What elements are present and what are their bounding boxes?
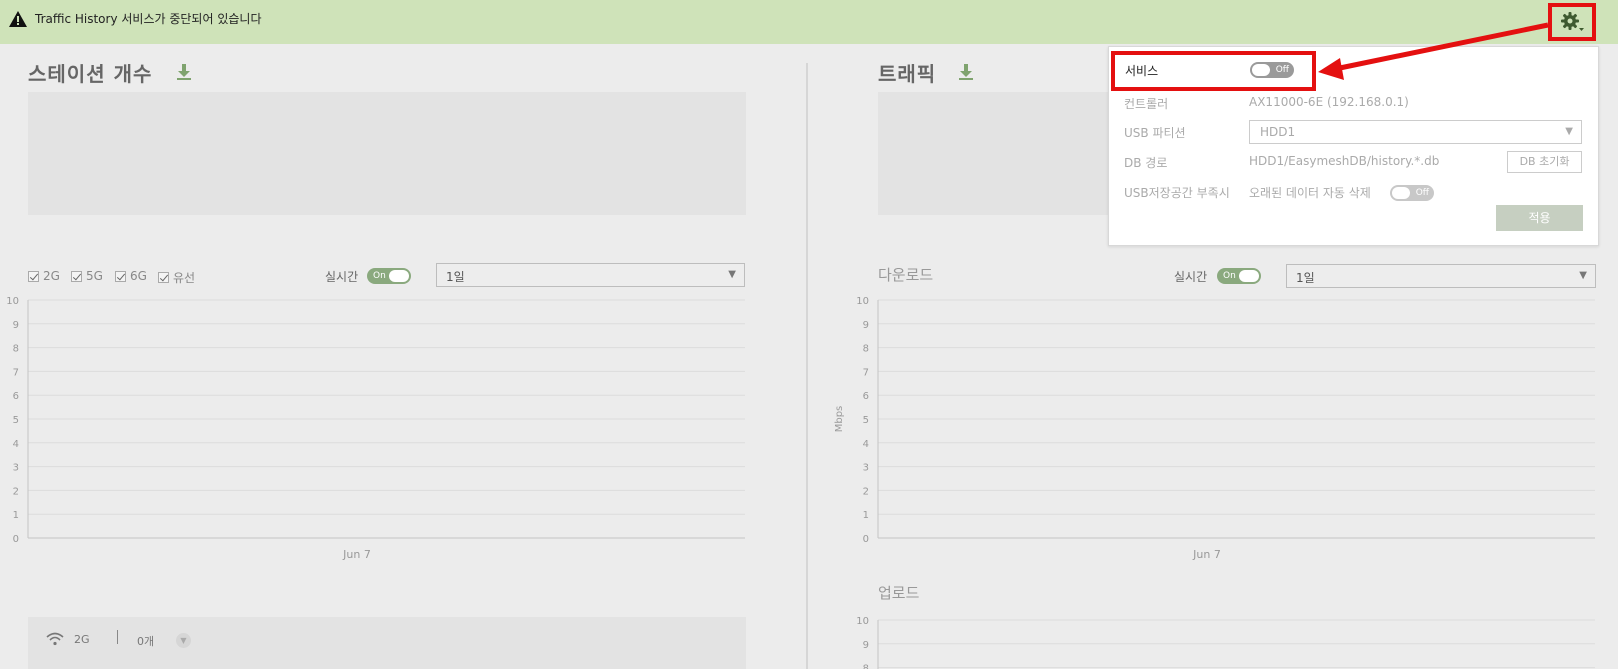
y-tick-label: 8 (13, 344, 19, 355)
realtime-toggle[interactable]: On (367, 268, 411, 284)
station-summary-placeholder (28, 92, 746, 215)
download-icon[interactable] (957, 63, 975, 81)
filter-5g[interactable]: 5G (71, 269, 103, 283)
realtime-label: 실시간 (325, 270, 359, 284)
filter-wired-label: 유선 (173, 271, 196, 285)
download-chart: 0 1 2 3 4 5 6 7 8 9 10 Jun 7 Mbps (834, 296, 1595, 561)
usb-partition-value: HDD1 (1260, 125, 1296, 139)
wifi-band: 2G (74, 633, 90, 646)
y-tick-label: 3 (13, 463, 19, 474)
checkbox-2g[interactable] (28, 270, 39, 282)
realtime-toggle-text: On (373, 271, 386, 281)
wifi-icon (46, 632, 64, 646)
service-label: 서비스 (1125, 64, 1159, 78)
download-icon[interactable] (175, 63, 193, 81)
y-tick-label: 5 (13, 415, 19, 426)
service-toggle[interactable]: Off (1250, 62, 1294, 78)
x-tick-label: Jun 7 (1192, 548, 1221, 561)
realtime-label: 실시간 (1174, 270, 1208, 284)
apply-button[interactable]: 적용 (1496, 205, 1583, 231)
separator (117, 630, 118, 644)
range-select[interactable]: 1일 ▼ (436, 263, 745, 287)
y-tick-label: 9 (863, 640, 869, 651)
y-tick-label: 2 (13, 486, 19, 497)
y-tick-label: 1 (863, 510, 869, 521)
y-tick-label: 6 (13, 391, 19, 402)
wifi-station-row: 2G 0개 ▼ (28, 617, 746, 669)
checkbox-5g[interactable] (71, 270, 82, 282)
usb-partition-label: USB 파티션 (1124, 126, 1186, 140)
alert-banner: Traffic History 서비스가 중단되어 있습니다 (0, 0, 1618, 44)
db-reset-button[interactable]: DB 초기화 (1507, 151, 1582, 173)
y-tick-label: 4 (863, 439, 869, 450)
usb-full-value: 오래된 데이터 자동 삭제 (1249, 186, 1371, 200)
filter-6g-label: 6G (130, 269, 147, 283)
range-select-value: 1일 (446, 270, 465, 284)
auto-delete-toggle[interactable]: Off (1390, 185, 1434, 201)
y-tick-label: 7 (863, 367, 869, 378)
filter-wired[interactable]: 유선 (158, 269, 195, 286)
controller-value: AX11000-6E (192.168.0.1) (1249, 95, 1409, 109)
y-tick-label: 9 (863, 320, 869, 331)
y-tick-label: 6 (863, 391, 869, 402)
y-tick-label: 2 (863, 486, 869, 497)
section-divider (806, 63, 808, 669)
chevron-down-icon: ▼ (1579, 270, 1587, 281)
range-select[interactable]: 1일 ▼ (1286, 264, 1596, 288)
checkbox-wired[interactable] (158, 272, 169, 283)
controller-label: 컨트롤러 (1124, 97, 1169, 111)
upload-title: 업로드 (878, 584, 920, 602)
upload-chart: 8 9 10 (856, 616, 1595, 669)
range-select-value: 1일 (1296, 271, 1315, 285)
toggle-knob (1392, 187, 1410, 199)
warning-triangle-icon (9, 11, 27, 27)
y-tick-label: 9 (13, 320, 19, 331)
x-tick-label: Jun 7 (342, 548, 371, 561)
toggle-knob (389, 270, 409, 282)
station-count-title: 스테이션 개수 (28, 62, 153, 86)
realtime-toggle[interactable]: On (1217, 268, 1261, 284)
y-tick-label: 10 (856, 296, 869, 307)
checkbox-6g[interactable] (115, 270, 126, 282)
y-tick-label: 3 (863, 463, 869, 474)
auto-delete-toggle-text: Off (1415, 188, 1429, 198)
station-count-chart: 0 1 2 3 4 5 6 7 8 9 10 Jun 7 (6, 296, 745, 561)
filter-6g[interactable]: 6G (115, 269, 147, 283)
wifi-count: 0개 (137, 635, 155, 648)
y-tick-label: 0 (863, 534, 869, 545)
toggle-knob (1252, 64, 1270, 76)
y-tick-label: 1 (13, 510, 19, 521)
traffic-title: 트래픽 (878, 62, 937, 86)
y-tick-label: 8 (863, 664, 869, 669)
download-title: 다운로드 (878, 266, 934, 284)
y-tick-label: 5 (863, 415, 869, 426)
gear-icon (1561, 12, 1584, 31)
filter-2g[interactable]: 2G (28, 269, 60, 283)
chevron-down-icon: ▼ (1565, 126, 1573, 137)
realtime-toggle-text: On (1223, 271, 1236, 281)
y-axis-label: Mbps (834, 406, 845, 433)
y-tick-label: 10 (856, 616, 869, 627)
expand-button[interactable]: ▼ (176, 633, 191, 648)
chevron-down-icon: ▼ (728, 269, 736, 280)
db-path-label: DB 경로 (1124, 156, 1168, 170)
y-tick-label: 0 (13, 534, 19, 545)
filter-5g-label: 5G (86, 269, 103, 283)
settings-button[interactable] (1548, 3, 1596, 41)
traffic-summary-placeholder (878, 92, 1113, 215)
usb-full-label: USB저장공간 부족시 (1124, 186, 1230, 200)
y-tick-label: 7 (13, 367, 19, 378)
filter-2g-label: 2G (43, 269, 60, 283)
y-tick-label: 4 (13, 439, 19, 450)
usb-partition-select[interactable]: HDD1 ▼ (1249, 120, 1582, 144)
y-tick-label: 10 (6, 296, 19, 307)
y-tick-label: 8 (863, 344, 869, 355)
service-toggle-text: Off (1275, 65, 1289, 75)
banner-message: Traffic History 서비스가 중단되어 있습니다 (35, 12, 262, 26)
db-path-value: HDD1/EasymeshDB/history.*.db (1249, 154, 1440, 168)
toggle-knob (1239, 270, 1259, 282)
